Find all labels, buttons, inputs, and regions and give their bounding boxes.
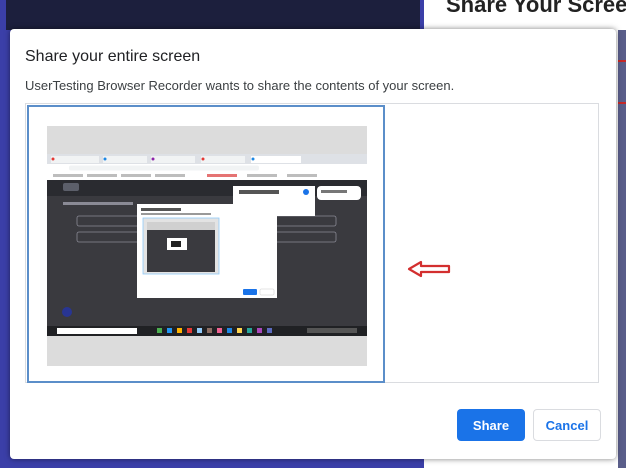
background-side-strip	[618, 30, 626, 468]
background-panel-title: Share Your Screen	[446, 0, 626, 17]
share-button[interactable]: Share	[457, 409, 525, 441]
screen-thumbnail	[47, 126, 367, 366]
left-arrow-icon	[407, 260, 451, 278]
background-dark-header	[6, 0, 420, 30]
dialog-subtitle: UserTesting Browser Recorder wants to sh…	[25, 78, 455, 93]
screen-picker	[25, 103, 599, 383]
entire-screen-tile[interactable]	[27, 105, 385, 383]
cancel-button[interactable]: Cancel	[533, 409, 601, 441]
screen-thumbnail-image	[47, 126, 367, 366]
dialog-title: Share your entire screen	[25, 48, 201, 65]
share-screen-dialog: Share your entire screen UserTesting Bro…	[10, 29, 616, 459]
